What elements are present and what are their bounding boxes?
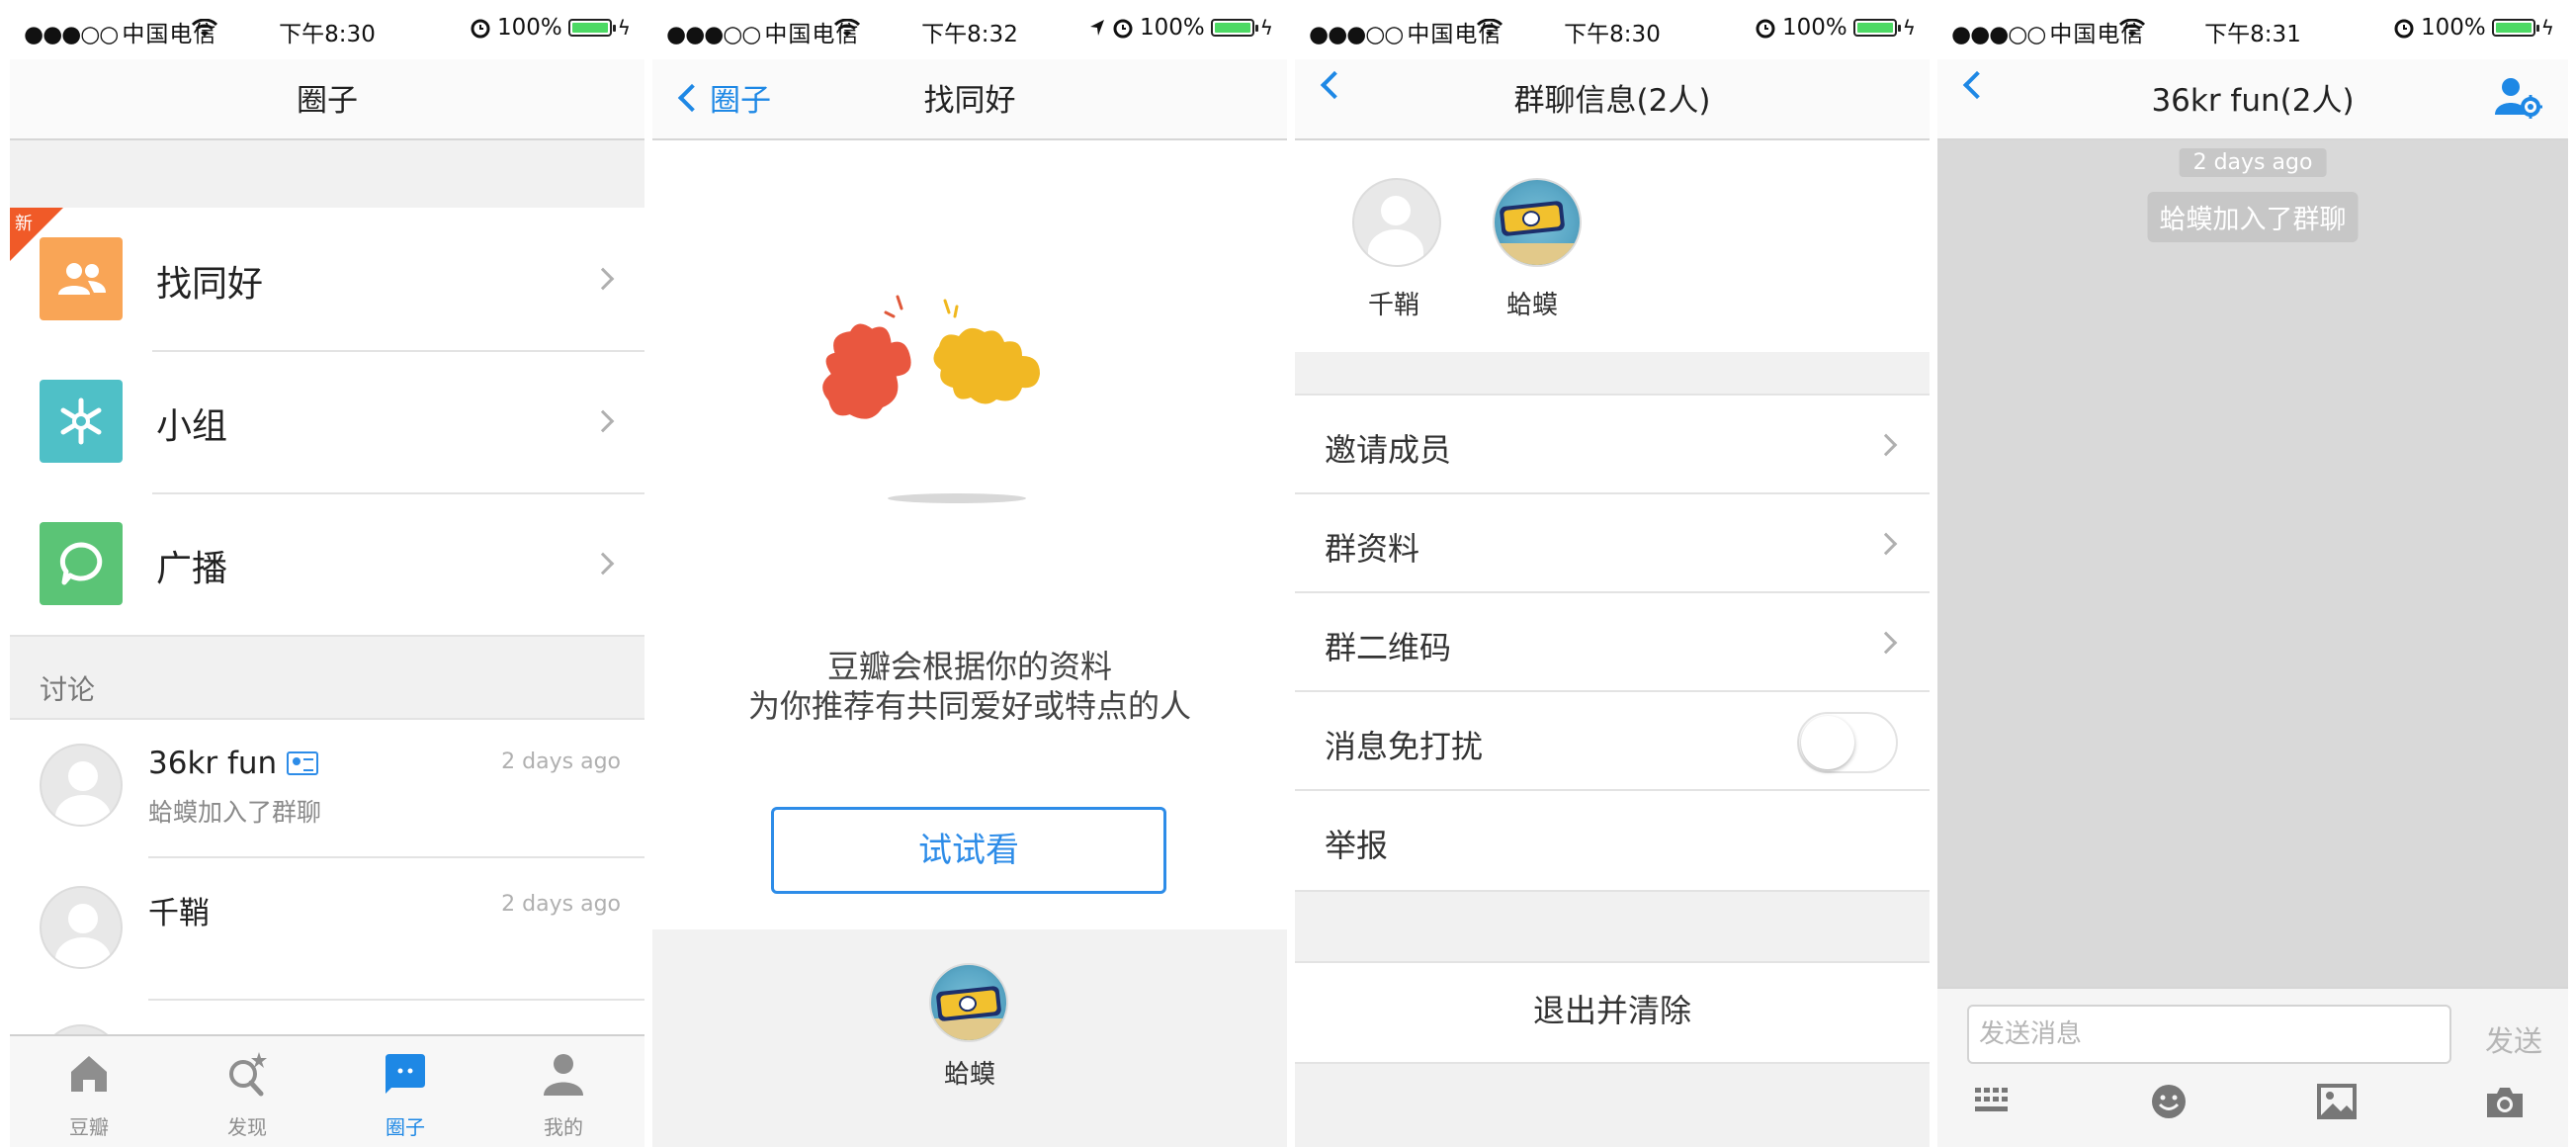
puzzle-illustration (822, 295, 1040, 503)
chat-bubble-icon (386, 1054, 425, 1094)
alarm-icon (471, 19, 490, 39)
invite-members-row[interactable]: 邀请成员 (1295, 396, 1930, 494)
people-icon (40, 237, 123, 320)
avatar (40, 744, 123, 827)
page-title: 36kr fun(2人) (2151, 83, 2355, 119)
battery-icon (1852, 19, 1901, 37)
charging-icon: ϟ (617, 16, 631, 40)
chevron-right-icon (1874, 532, 1898, 556)
camera-icon[interactable] (2483, 1080, 2527, 1123)
battery-percent: 100% (2421, 15, 2486, 41)
section-title: 讨论 (40, 673, 96, 706)
tab-discover[interactable]: 发现 (168, 1036, 326, 1147)
conversation-snippet: 蛤蟆加入了群聊 (148, 798, 322, 827)
status-bar: ●●●○○ 中国电信 下午8:30 100% ϟ (1295, 0, 1930, 59)
screen-group-chat: ●●●○○ 中国电信 下午8:31 100% ϟ 36kr fun(2人) 2 d… (1937, 0, 2568, 1147)
charging-icon: ϟ (1259, 16, 1273, 40)
timestamp-label: 2 days ago (2179, 148, 2327, 177)
new-badge-label: 新 (15, 214, 33, 234)
battery-percent: 100% (497, 15, 562, 41)
search-star-icon (229, 1052, 267, 1097)
page-title: 群聊信息(2人) (1513, 83, 1711, 119)
screen-circle: ●●●○○ 中国电信 下午8:30 100% ϟ 圈子 新 找同好 小组 广播 … (10, 0, 644, 1147)
emoji-icon[interactable] (2147, 1080, 2190, 1123)
chevron-right-icon (591, 409, 615, 433)
charging-icon: ϟ (2540, 16, 2554, 40)
alarm-icon (1756, 19, 1775, 39)
battery-percent: 100% (1140, 15, 1205, 41)
tab-douban[interactable]: 豆瓣 (10, 1036, 168, 1147)
alarm-icon (2394, 19, 2414, 39)
status-bar: ●●●○○ 中国电信 下午8:32 100% ϟ (652, 0, 1287, 59)
battery-percent: 100% (1782, 15, 1847, 41)
page-title: 圈子 (297, 83, 358, 119)
image-icon[interactable] (2315, 1080, 2359, 1123)
screen-group-info: ●●●○○ 中国电信 下午8:30 100% ϟ 群聊信息(2人) 千鞘 蛤蟆 邀… (1295, 0, 1930, 1147)
conversation-name: 千鞘 (148, 896, 210, 931)
chevron-right-icon (591, 552, 615, 575)
chat-area: 2 days ago 蛤蟆加入了群聊 (1937, 140, 2568, 987)
charging-icon: ϟ (1902, 16, 1916, 40)
person-icon (544, 1054, 583, 1096)
do-not-disturb-toggle[interactable] (1797, 712, 1898, 773)
location-icon (1090, 20, 1105, 36)
group-card-icon (287, 751, 319, 775)
conversation-name: 36kr fun (148, 746, 319, 781)
conversation-item[interactable]: 千鞘 2 days ago (10, 858, 644, 1001)
menu-item-label: 广播 (156, 549, 228, 589)
screen-find-friends: ●●●○○ 中国电信 下午8:32 100% ϟ 圈子 找同好 豆瓣会根据你的资料… (652, 0, 1287, 1147)
intro-text-line1: 豆瓣会根据你的资料 (826, 648, 1112, 685)
nav-bar: 群聊信息(2人) (1295, 59, 1930, 140)
tab-circle[interactable]: 圈子 (326, 1036, 484, 1147)
avatar (40, 886, 123, 969)
tab-bar: 豆瓣 发现 圈子 我的 (10, 1034, 644, 1147)
group-qrcode-row[interactable]: 群二维码 (1295, 593, 1930, 692)
try-button[interactable]: 试试看 (771, 807, 1166, 894)
exit-and-clear-button[interactable]: 退出并清除 (1295, 961, 1930, 1064)
suggested-users: 蛤蟆 (652, 929, 1287, 1147)
message-input[interactable] (1967, 1005, 2451, 1064)
alarm-icon (1113, 19, 1133, 39)
battery-icon (1210, 19, 1258, 37)
suggested-user-name: 蛤蟆 (943, 1060, 995, 1090)
avatar (1352, 178, 1441, 267)
chevron-right-icon (591, 267, 615, 291)
intro-text-line2: 为你推荐有共同爱好或特点的人 (747, 687, 1191, 725)
menu-item-find-friends[interactable]: 新 找同好 (10, 208, 644, 350)
menu-item-label: 小组 (156, 406, 228, 447)
conversation-time: 2 days ago (501, 750, 621, 774)
nav-bar: 36kr fun(2人) (1937, 59, 2568, 140)
menu-item-groups[interactable]: 小组 (10, 350, 644, 492)
nav-bar: 圈子 (10, 59, 644, 140)
home-icon (71, 1056, 107, 1092)
system-message: 蛤蟆加入了群聊 (2147, 192, 2359, 242)
chevron-right-icon (1874, 631, 1898, 655)
avatar[interactable] (929, 963, 1008, 1042)
keyboard-icon[interactable] (1971, 1080, 2015, 1123)
send-button[interactable]: 发送 (2485, 1018, 2542, 1060)
menu-item-broadcast[interactable]: 广播 (10, 492, 644, 635)
status-bar: ●●●○○ 中国电信 下午8:30 100% ϟ (10, 0, 644, 59)
avatar (1493, 178, 1582, 267)
battery-icon (2491, 19, 2539, 37)
conversation-item[interactable]: 36kr fun 蛤蟆加入了群聊 2 days ago (10, 716, 644, 858)
speech-bubble-icon (40, 522, 123, 605)
do-not-disturb-row: 消息免打扰 (1295, 692, 1930, 791)
battery-icon (567, 19, 616, 37)
page-title: 找同好 (923, 83, 1016, 119)
group-profile-row[interactable]: 群资料 (1295, 494, 1930, 593)
tab-me[interactable]: 我的 (484, 1036, 643, 1147)
chevron-right-icon (1874, 433, 1898, 457)
nav-bar: 圈子 找同好 (652, 59, 1287, 140)
input-bar: 发送 (1937, 987, 2568, 1147)
menu-item-label: 找同好 (156, 264, 264, 305)
report-row[interactable]: 举报 (1295, 791, 1930, 890)
group-settings-icon[interactable] (2495, 75, 2542, 119)
conversation-time: 2 days ago (501, 892, 621, 917)
status-bar: ●●●○○ 中国电信 下午8:31 100% ϟ (1937, 0, 2568, 59)
snowflake-icon (40, 380, 123, 463)
